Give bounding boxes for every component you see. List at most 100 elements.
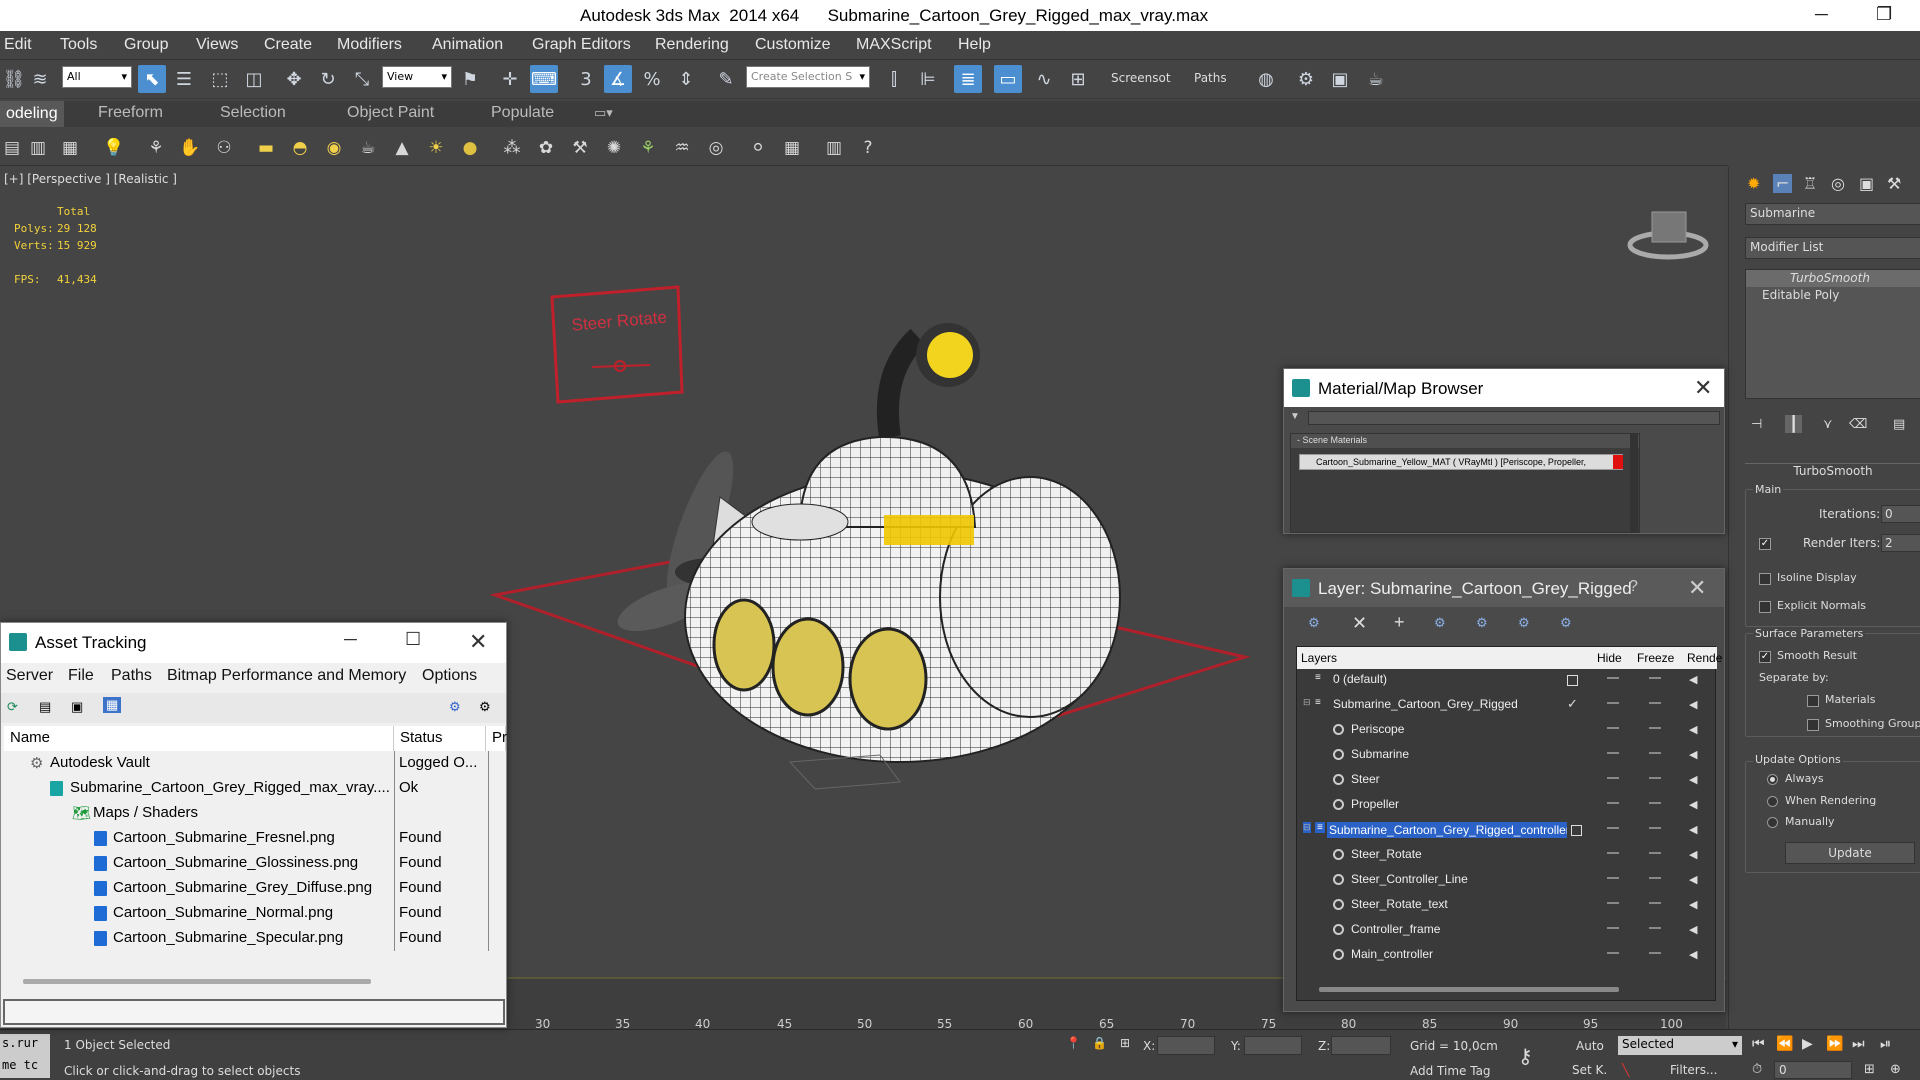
- particles-icon[interactable]: ⁂: [500, 136, 524, 160]
- select-object-icon[interactable]: ⬉: [138, 65, 166, 93]
- column-hide[interactable]: Hide: [1597, 651, 1622, 665]
- update-button[interactable]: Update: [1785, 842, 1915, 864]
- close-icon[interactable]: ✕: [1694, 375, 1712, 401]
- pin-icon[interactable]: 📍: [1066, 1036, 1081, 1050]
- keyboard-shortcut-override-icon[interactable]: ⌨: [530, 65, 558, 93]
- render-production-icon[interactable]: ☕: [1362, 65, 1390, 93]
- freeze-all-icon[interactable]: ⚙: [1560, 615, 1572, 631]
- search-by-name-input[interactable]: [1308, 411, 1720, 425]
- render-toggle-icon[interactable]: ◀: [1689, 923, 1697, 936]
- play-icon[interactable]: ▶: [1802, 1036, 1813, 1052]
- render-setup-icon[interactable]: ⚙: [1292, 65, 1320, 93]
- material-item[interactable]: Cartoon_Submarine_Yellow_MAT ( VRayMtl )…: [1299, 454, 1623, 470]
- when-rendering-radio[interactable]: [1767, 796, 1778, 807]
- layer-row[interactable]: Periscope ◀: [1299, 717, 1711, 742]
- settings-icon[interactable]: ⚙: [479, 699, 491, 715]
- key-mode-toggle-icon[interactable]: ⏯: [1880, 1036, 1891, 1052]
- hand-icon[interactable]: ✋: [178, 136, 202, 160]
- screenshot-label[interactable]: Screensot: [1111, 71, 1171, 85]
- next-frame-icon[interactable]: ⏩: [1826, 1036, 1843, 1052]
- menu-views[interactable]: Views: [196, 36, 238, 54]
- lock-icon[interactable]: 🔒: [1092, 1036, 1107, 1050]
- close-icon[interactable]: ✕: [469, 629, 487, 655]
- horizontal-scrollbar[interactable]: [1319, 987, 1619, 992]
- current-layer-toggle[interactable]: [1567, 675, 1578, 686]
- menu-tools[interactable]: Tools: [60, 36, 97, 54]
- render-toggle-icon[interactable]: ◀: [1689, 748, 1697, 761]
- x-coordinate-input[interactable]: [1157, 1036, 1215, 1055]
- z-coordinate-input[interactable]: [1331, 1036, 1391, 1055]
- menu-maxscript[interactable]: MAXScript: [856, 36, 932, 54]
- menu-bitmap-performance[interactable]: Bitmap Performance and Memory: [167, 667, 406, 685]
- render-frame-icon[interactable]: ▣: [1326, 65, 1354, 93]
- asset-row[interactable]: Cartoon_Submarine_Glossiness.png Found: [4, 851, 504, 876]
- stack-item-turbosmooth[interactable]: TurboSmooth: [1746, 270, 1920, 287]
- schematic-view-icon[interactable]: ⊞: [1064, 65, 1092, 93]
- layer-row[interactable]: Steer_Rotate_text ◀: [1299, 892, 1711, 917]
- current-layer-toggle[interactable]: [1571, 825, 1582, 836]
- tab-modeling[interactable]: odeling: [0, 101, 64, 127]
- plant-icon[interactable]: ⚘: [636, 136, 660, 160]
- highlight-layer-icon[interactable]: ⚙: [1476, 615, 1488, 631]
- asset-row[interactable]: Cartoon_Submarine_Specular.png Found: [4, 926, 504, 951]
- window-crossing-icon[interactable]: ◫: [240, 65, 268, 93]
- render-toggle-icon[interactable]: ◀: [1689, 823, 1697, 836]
- asset-row[interactable]: ⚙ Autodesk Vault Logged O...: [4, 751, 504, 776]
- new-layer-icon[interactable]: ⚙: [1308, 615, 1320, 631]
- layer-row[interactable]: Propeller ◀: [1299, 792, 1711, 817]
- layer-row[interactable]: ≡ 0 (default) ◀: [1299, 667, 1711, 692]
- render-toggle-icon[interactable]: ◀: [1689, 723, 1697, 736]
- horizontal-scrollbar[interactable]: [23, 979, 371, 984]
- layer-row[interactable]: Steer_Controller_Line ◀: [1299, 867, 1711, 892]
- column-name[interactable]: Name: [4, 726, 394, 751]
- create-tab-icon[interactable]: ✹: [1747, 174, 1760, 193]
- current-layer-check-icon[interactable]: ✓: [1567, 696, 1578, 712]
- pivot-center-icon[interactable]: ⚑: [456, 65, 484, 93]
- hide-all-icon[interactable]: ⚙: [1518, 615, 1530, 631]
- menu-create[interactable]: Create: [264, 36, 312, 54]
- refresh-icon[interactable]: ⟳: [7, 699, 18, 715]
- display-tab-icon[interactable]: ▣: [1859, 174, 1874, 193]
- material-sphere-icon[interactable]: ⚪: [746, 136, 770, 160]
- rotate-icon[interactable]: ↻: [314, 65, 342, 93]
- key-icon[interactable]: ⚷: [1518, 1044, 1533, 1068]
- menu-options[interactable]: Options: [422, 667, 477, 685]
- ribbon-options-icon[interactable]: ▭▾: [594, 105, 613, 121]
- path-input[interactable]: [3, 999, 505, 1025]
- smooth-result-checkbox[interactable]: ✓: [1759, 651, 1771, 663]
- delete-layer-icon[interactable]: ✕: [1352, 613, 1367, 634]
- container-icon[interactable]: ▥: [822, 136, 846, 160]
- modifier-list-dropdown[interactable]: Modifier List: [1745, 237, 1920, 259]
- mirror-icon[interactable]: ⫿: [880, 65, 908, 93]
- column-layers[interactable]: Layers: [1301, 651, 1337, 665]
- rectangle-selection-icon[interactable]: ⬚: [206, 65, 234, 93]
- render-toggle-icon[interactable]: ◀: [1689, 698, 1697, 711]
- help-icon[interactable]: ?: [856, 136, 880, 160]
- material-editor-icon[interactable]: ◍: [1252, 65, 1280, 93]
- hierarchy-tab-icon[interactable]: ♖: [1803, 174, 1817, 193]
- list-icon[interactable]: ▥: [26, 136, 50, 160]
- tab-selection[interactable]: Selection: [220, 104, 286, 122]
- spinner-snap-icon[interactable]: ⇕: [672, 65, 700, 93]
- key-filter-dropdown[interactable]: Selected ▾: [1618, 1036, 1742, 1055]
- show-end-result-icon[interactable]: ┃: [1785, 415, 1803, 433]
- layer-row[interactable]: Steer_Rotate ◀: [1299, 842, 1711, 867]
- go-to-end-icon[interactable]: ⏭: [1852, 1036, 1865, 1052]
- y-coordinate-input[interactable]: [1244, 1036, 1302, 1055]
- motion-tab-icon[interactable]: ◎: [1831, 174, 1845, 193]
- stack-item-editable-poly[interactable]: Editable Poly: [1746, 287, 1920, 304]
- smoothing-groups-checkbox[interactable]: [1807, 719, 1819, 731]
- teapot-icon[interactable]: ☕: [356, 136, 380, 160]
- menu-animation[interactable]: Animation: [432, 36, 503, 54]
- tab-freeform[interactable]: Freeform: [98, 104, 163, 122]
- maximize-button[interactable]: ❐: [1876, 4, 1892, 25]
- bind-spacewarp-icon[interactable]: ≋: [26, 65, 54, 93]
- menu-graph-editors[interactable]: Graph Editors: [532, 36, 631, 54]
- modify-tab-icon[interactable]: ⌐: [1773, 174, 1793, 193]
- layer-row[interactable]: Submarine ◀: [1299, 742, 1711, 767]
- menu-help[interactable]: Help: [958, 36, 991, 54]
- zoom-extents-icon[interactable]: ⊞: [1864, 1062, 1875, 1077]
- render-toggle-icon[interactable]: ◀: [1689, 848, 1697, 861]
- help-button[interactable]: ?: [1629, 578, 1638, 596]
- cone-icon[interactable]: ▲: [390, 136, 414, 160]
